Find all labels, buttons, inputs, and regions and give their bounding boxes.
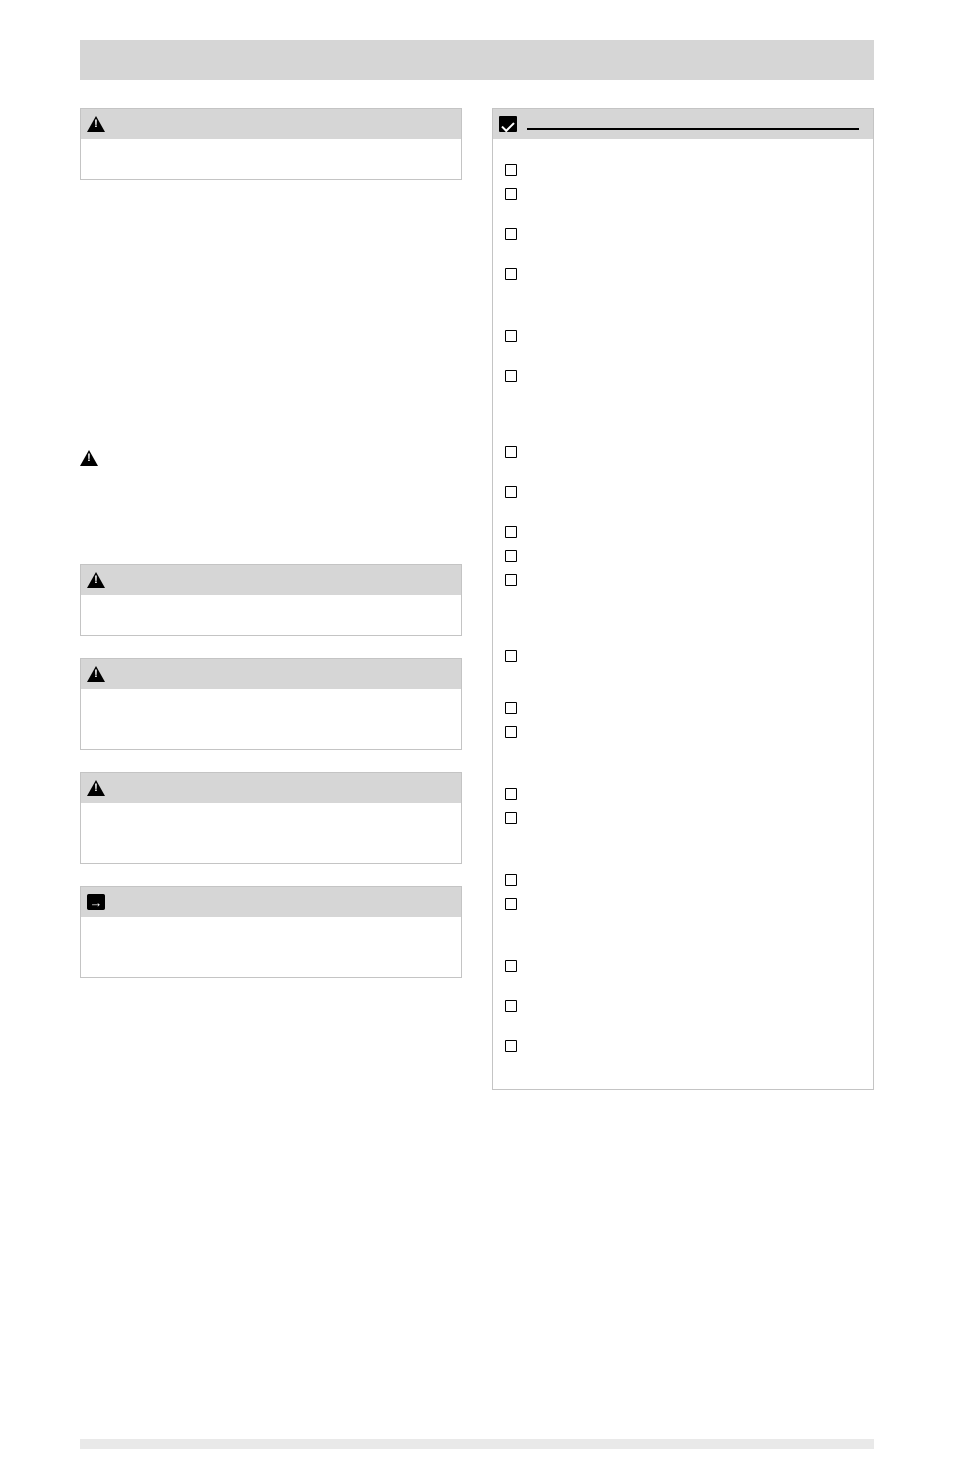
checklist-item — [505, 443, 861, 475]
checklist-group — [505, 443, 861, 629]
checkbox-icon — [505, 650, 517, 662]
checkbox-icon — [505, 188, 517, 200]
checklist-group — [505, 161, 861, 309]
checkbox-icon — [505, 330, 517, 342]
warning-icon — [87, 666, 105, 682]
checklist-item-text — [527, 483, 861, 515]
checkbox-icon — [505, 164, 517, 176]
callout-warning — [80, 772, 462, 864]
checklist-group — [505, 647, 861, 767]
checklist-group — [505, 957, 861, 1053]
checklist-item-text — [527, 547, 861, 561]
callout-notice: → — [80, 886, 462, 978]
footer-bar — [80, 1439, 874, 1449]
warning-icon — [87, 780, 105, 796]
checklist-item — [505, 327, 861, 359]
checkbox-icon — [505, 550, 517, 562]
checkbox-icon — [505, 486, 517, 498]
checkbox-icon — [505, 1040, 517, 1052]
checklist-item — [505, 547, 861, 563]
checkbox-icon — [505, 874, 517, 886]
checklist-item-text — [527, 161, 861, 175]
checklist-item — [505, 225, 861, 257]
checklist-item-text — [527, 225, 861, 257]
checklist-title-line — [527, 118, 859, 130]
right-column — [492, 108, 874, 1090]
checklist-item — [505, 785, 861, 801]
checklist-item-text — [527, 957, 861, 989]
checklist-item — [505, 699, 861, 715]
checkbox-icon — [505, 1000, 517, 1012]
inline-warning — [80, 202, 462, 542]
checklist-item-text — [527, 571, 861, 629]
checklist-item — [505, 523, 861, 539]
checkbox-icon — [505, 788, 517, 800]
checkbox-icon — [505, 898, 517, 910]
warning-icon — [80, 450, 98, 466]
checklist-item — [505, 957, 861, 989]
checkbox-icon — [505, 812, 517, 824]
checklist-item-text — [527, 443, 861, 475]
checklist-item — [505, 723, 861, 767]
section-header — [80, 40, 874, 80]
checklist-item-text — [527, 723, 861, 767]
checklist-item-text — [527, 997, 861, 1029]
checkbox-icon — [505, 446, 517, 458]
callout-warning — [80, 564, 462, 636]
checklist-item — [505, 809, 861, 853]
checklist-item-text — [527, 647, 861, 691]
checklist-item-text — [527, 367, 861, 425]
checklist-group — [505, 327, 861, 425]
checklist-item — [505, 571, 861, 629]
checklist-item-text — [527, 265, 861, 309]
checklist-icon — [499, 116, 517, 132]
checklist-item — [505, 483, 861, 515]
callout-warning — [80, 658, 462, 750]
checklist-item — [505, 871, 861, 887]
checkbox-icon — [505, 702, 517, 714]
checklist-item-text — [527, 699, 861, 713]
left-column: → — [80, 108, 462, 1090]
checkbox-icon — [505, 370, 517, 382]
checklist-item — [505, 185, 861, 217]
checklist-group — [505, 871, 861, 939]
checklist-item — [505, 161, 861, 177]
checkbox-icon — [505, 726, 517, 738]
checklist-item-text — [527, 1037, 861, 1051]
checklist-item — [505, 367, 861, 425]
checklist-item-text — [527, 895, 861, 939]
checklist-item-text — [527, 871, 861, 885]
checklist-item-text — [527, 327, 861, 359]
checklist-item — [505, 265, 861, 309]
checkbox-icon — [505, 268, 517, 280]
checklist-group — [505, 785, 861, 853]
checkbox-icon — [505, 526, 517, 538]
checklist-item-text — [527, 785, 861, 799]
checklist-item — [505, 997, 861, 1029]
checklist-item — [505, 895, 861, 939]
checklist-item — [505, 647, 861, 691]
checklist-item-text — [527, 185, 861, 217]
arrow-right-icon: → — [87, 894, 105, 910]
checkbox-icon — [505, 228, 517, 240]
warning-icon — [87, 116, 105, 132]
checklist-item — [505, 1037, 861, 1053]
checklist-item-text — [527, 523, 861, 537]
warning-icon — [87, 572, 105, 588]
checklist-item-text — [527, 809, 861, 853]
checklist-panel — [492, 108, 874, 1090]
checkbox-icon — [505, 574, 517, 586]
checkbox-icon — [505, 960, 517, 972]
callout-warning — [80, 108, 462, 180]
